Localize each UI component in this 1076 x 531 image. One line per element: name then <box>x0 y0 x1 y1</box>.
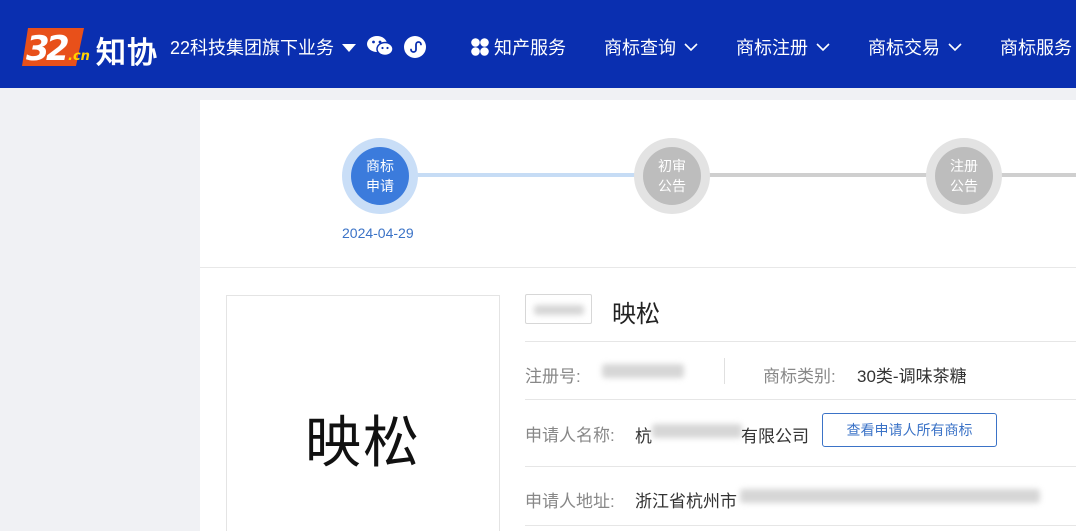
step-label: 初审 <box>658 158 686 174</box>
top-nav-bar: 3 2 .cn 知协 22科技集团旗下业务 知产服务 商标查询 商标注册 商标交… <box>0 0 1076 88</box>
step-apply-circle: 商标 申请 <box>351 147 409 205</box>
logo-text: 知协 <box>96 36 158 71</box>
step-apply: 商标 申请 <box>342 138 418 214</box>
step-label: 申请 <box>366 178 394 194</box>
nav-trademark-register[interactable]: 商标注册 <box>736 34 830 60</box>
field-separator <box>724 358 725 384</box>
step-preliminary-circle: 初审 公告 <box>643 147 701 205</box>
applicant-prefix: 杭 <box>635 427 652 446</box>
nav-label: 商标查询 <box>604 38 676 58</box>
address-label: 申请人地址: <box>525 492 615 511</box>
row-divider <box>525 466 1076 467</box>
redacted-reg-no <box>602 364 684 378</box>
row-divider <box>525 525 1076 526</box>
grid-icon <box>471 38 489 56</box>
chevron-down-icon <box>684 43 698 52</box>
redacted-address <box>740 489 1040 503</box>
applicant-label: 申请人名称: <box>525 426 615 445</box>
step-registration-circle: 注册 公告 <box>935 147 993 205</box>
step-label: 公告 <box>950 178 978 194</box>
section-divider <box>200 267 1076 268</box>
address-value: 浙江省杭州市 <box>635 492 737 511</box>
svg-text:.cn: .cn <box>68 49 90 64</box>
trademark-image-text: 映松 <box>305 411 421 474</box>
reg-no-label: 注册号: <box>525 367 581 386</box>
step-registration: 注册 公告 <box>926 138 1002 214</box>
group-business-label: 22科技集团旗下业务 <box>170 38 335 58</box>
redacted-applicant <box>652 424 742 438</box>
main-nav: 知产服务 商标查询 商标注册 商标交易 商标服务 <box>470 34 1072 60</box>
step-label: 公告 <box>658 178 686 194</box>
group-business-dropdown[interactable]: 22科技集团旗下业务 <box>170 34 357 60</box>
nav-trademark-services[interactable]: 商标服务 <box>1000 34 1072 60</box>
step-label: 注册 <box>950 158 978 174</box>
step-line-inactive <box>998 173 1076 177</box>
applicant-suffix: 有限公司 <box>741 427 809 446</box>
step-label: 商标 <box>366 158 394 174</box>
site-logo[interactable]: 3 2 .cn 知协 <box>22 22 162 71</box>
row-divider <box>525 341 1076 342</box>
nav-label: 知产服务 <box>494 38 566 58</box>
nav-label: 商标服务 <box>1000 38 1072 58</box>
step-preliminary: 初审 公告 <box>634 138 710 214</box>
step-line-inactive <box>706 173 932 177</box>
status-badge <box>525 294 592 324</box>
nav-label: 商标交易 <box>868 38 940 58</box>
step-apply-date: 2024-04-29 <box>342 225 414 241</box>
mini-program-icon[interactable] <box>404 36 426 58</box>
nav-trademark-search[interactable]: 商标查询 <box>604 34 698 60</box>
step-line-active <box>414 173 638 177</box>
trademark-image: 映松 <box>226 295 500 531</box>
redacted-text <box>534 305 584 315</box>
view-applicant-trademarks-button[interactable]: 查看申请人所有商标 <box>822 413 997 447</box>
svg-text:2: 2 <box>46 29 70 68</box>
chevron-down-icon <box>948 43 962 52</box>
logo-32-mark: 3 2 .cn <box>22 28 90 68</box>
nav-label: 商标注册 <box>736 38 808 58</box>
trademark-name: 映松 <box>612 301 660 328</box>
caret-down-icon <box>342 44 357 52</box>
nav-ip-services[interactable]: 知产服务 <box>470 34 566 60</box>
row-divider <box>525 399 1076 400</box>
chevron-down-icon <box>816 43 830 52</box>
wechat-icon[interactable] <box>366 34 394 58</box>
category-label: 商标类别: <box>763 367 836 386</box>
nav-trademark-trade[interactable]: 商标交易 <box>868 34 962 60</box>
category-value: 30类-调味茶糖 <box>857 367 967 386</box>
